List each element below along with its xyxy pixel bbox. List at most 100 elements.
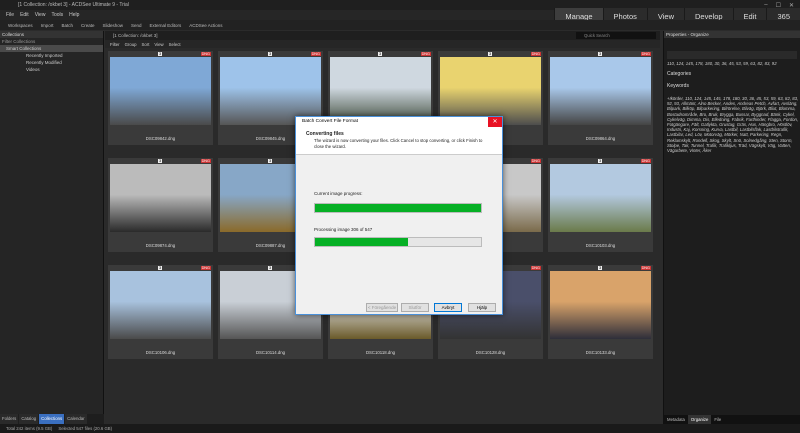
format-badge: DNG bbox=[640, 159, 651, 163]
thumbnail-filename: DSC10118.dng bbox=[365, 350, 396, 355]
current-progress-fill bbox=[315, 204, 481, 212]
thumbnail-image bbox=[110, 164, 211, 232]
thumbnail-image bbox=[330, 57, 431, 125]
menu-help[interactable]: Help bbox=[69, 12, 79, 18]
thumbnail-filename: DSC09874.dng bbox=[145, 243, 176, 248]
thumbnail-number-badge: 3 bbox=[158, 52, 163, 56]
thumbnail-filename: DSC09864.dng bbox=[585, 136, 616, 141]
overall-progress-fill bbox=[315, 238, 408, 246]
thumbnail-image bbox=[550, 271, 651, 339]
status-bar: Total 242 items (9.5 GB) Selected 547 fi… bbox=[0, 424, 800, 433]
dialog-close-icon[interactable]: ✕ bbox=[488, 117, 502, 127]
thumbnail-number-badge: 3 bbox=[598, 52, 603, 56]
thumbnail-filename: DSC10114.dng bbox=[255, 350, 286, 355]
toolbar-batch[interactable]: Batch bbox=[61, 23, 73, 28]
thumbnail-image bbox=[550, 57, 651, 125]
current-progress-label: Current image progress: bbox=[314, 191, 363, 196]
number-keywords: 110, 124, 145, 178, 180, 30, 36, 45, 53,… bbox=[667, 61, 777, 66]
thumbnail-item[interactable]: 3 DNG DSC10133.dng bbox=[548, 265, 653, 359]
thumbnail-number-badge: 3 bbox=[598, 159, 603, 163]
thumbnail-item[interactable]: 3 DNG DSC09864.dng bbox=[548, 51, 653, 145]
sort-menu[interactable]: Sort bbox=[142, 42, 150, 47]
thumbnail-filename: DSC10106.dng bbox=[145, 350, 176, 355]
collections-panel: Collections Filter Collections Smart Col… bbox=[0, 31, 104, 414]
filter-bar: Filter Group Sort View Select bbox=[105, 40, 660, 48]
thumbnail-image bbox=[440, 57, 541, 125]
thumbnail-item[interactable]: 3 DNG DSC09874.dng bbox=[108, 158, 213, 252]
toolbar-slideshow[interactable]: Slideshow bbox=[102, 23, 123, 28]
thumbnail-number-badge: 3 bbox=[268, 159, 273, 163]
format-badge: DNG bbox=[310, 52, 321, 56]
toolbar-import[interactable]: Import bbox=[41, 23, 54, 28]
thumbnail-number-badge: 3 bbox=[378, 52, 383, 56]
toolbar-workspaces[interactable]: Workspaces bbox=[8, 23, 33, 28]
tab-file[interactable]: File bbox=[711, 415, 724, 424]
batch-convert-dialog: Batch Convert File Format ✕ Converting f… bbox=[295, 116, 503, 315]
window-title: [1 Collection: /okbet 3] - ACDSee Ultima… bbox=[18, 2, 129, 8]
tab-organize[interactable]: Organize bbox=[687, 415, 712, 424]
thumbnail-filename: DSC09842.dng bbox=[145, 136, 176, 141]
menu-tools[interactable]: Tools bbox=[51, 12, 63, 18]
format-badge: DNG bbox=[640, 266, 651, 270]
group-menu[interactable]: Group bbox=[125, 42, 137, 47]
thumbnail-image bbox=[110, 271, 211, 339]
tree-recently-imported[interactable]: Recently Imported bbox=[0, 52, 103, 59]
finish-button[interactable]: Slutför bbox=[401, 303, 429, 312]
keywords-header[interactable]: Keywords bbox=[667, 83, 689, 89]
toolbar-external-editors[interactable]: External Editors bbox=[150, 23, 182, 28]
menu-file[interactable]: File bbox=[6, 12, 14, 18]
menu-view[interactable]: View bbox=[35, 12, 46, 18]
label-color-row[interactable] bbox=[667, 51, 797, 59]
thumbnail-number-badge: 3 bbox=[158, 266, 163, 270]
format-badge: DNG bbox=[200, 266, 211, 270]
tab-catalog[interactable]: Catalog bbox=[19, 414, 39, 424]
menu-edit[interactable]: Edit bbox=[20, 12, 29, 18]
format-badge: DNG bbox=[420, 52, 431, 56]
format-badge: DNG bbox=[200, 52, 211, 56]
thumbnail-image bbox=[550, 164, 651, 232]
tab-metadata[interactable]: Metadata bbox=[664, 415, 688, 424]
dialog-heading: Converting files bbox=[306, 131, 344, 137]
thumbnail-filename: DSC10103.dng bbox=[585, 243, 616, 248]
filter-menu[interactable]: Filter bbox=[110, 42, 120, 47]
thumbnail-number-badge: 3 bbox=[488, 52, 493, 56]
thumbnail-item[interactable]: 3 DNG DSC10106.dng bbox=[108, 265, 213, 359]
thumbnail-image bbox=[220, 57, 321, 125]
thumbnail-item[interactable]: 3 DNG DSC09842.dng bbox=[108, 51, 213, 145]
thumbnail-item[interactable]: 3 DNG DSC10103.dng bbox=[548, 158, 653, 252]
help-button[interactable]: Hjälp bbox=[468, 303, 496, 312]
dialog-title: Batch Convert File Format bbox=[296, 117, 502, 127]
toolbar-send[interactable]: Send bbox=[131, 23, 142, 28]
format-badge: DNG bbox=[530, 266, 541, 270]
tree-videos[interactable]: Videos bbox=[0, 66, 103, 73]
thumbnail-number-badge: 3 bbox=[268, 52, 273, 56]
back-button[interactable]: < Föregående bbox=[366, 303, 398, 312]
dialog-header: Converting files The wizard is now conve… bbox=[296, 127, 502, 155]
toolbar: Workspaces Import Batch Create Slideshow… bbox=[0, 20, 800, 30]
categories-header[interactable]: Categories bbox=[667, 71, 691, 77]
tab-calendar[interactable]: Calendar bbox=[65, 414, 87, 424]
tree-smart-collections[interactable]: Smart Collections bbox=[0, 45, 103, 52]
quick-search-input[interactable]: Quick Search bbox=[576, 32, 656, 39]
view-menu[interactable]: View bbox=[154, 42, 163, 47]
thumbnail-filename: DSC10128.dng bbox=[475, 350, 506, 355]
filter-collections[interactable]: Filter Collections bbox=[0, 38, 103, 45]
properties-panel: Properties - Organize 110, 124, 145, 178… bbox=[663, 31, 800, 424]
right-tabs: Metadata Organize File bbox=[664, 415, 800, 424]
dialog-description: The wizard is now converting your files.… bbox=[314, 138, 483, 149]
toolbar-acdsee-actions[interactable]: ACDSee Actions bbox=[189, 23, 222, 28]
overall-progress-bar bbox=[314, 237, 482, 247]
thumbnail-number-badge: 3 bbox=[158, 159, 163, 163]
cancel-button[interactable]: Avbryt bbox=[434, 303, 462, 312]
tab-collections[interactable]: Collections bbox=[39, 414, 65, 424]
tree-recently-modified[interactable]: Recently Modified bbox=[0, 59, 103, 66]
current-progress-bar bbox=[314, 203, 482, 213]
status-total: Total 242 items (9.5 GB) bbox=[6, 426, 53, 431]
select-menu[interactable]: Select bbox=[169, 42, 181, 47]
thumbnail-image bbox=[110, 57, 211, 125]
tab-folders[interactable]: Folders bbox=[0, 414, 19, 424]
thumbnail-filename: DSC10133.dng bbox=[585, 350, 616, 355]
properties-title: Properties - Organize bbox=[664, 31, 800, 38]
format-badge: DNG bbox=[530, 52, 541, 56]
toolbar-create[interactable]: Create bbox=[81, 23, 95, 28]
